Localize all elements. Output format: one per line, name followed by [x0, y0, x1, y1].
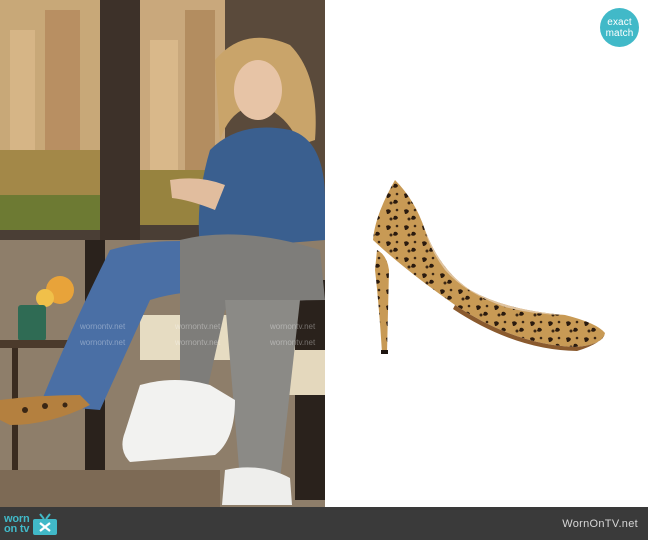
watermark: wornontv.net: [80, 322, 126, 331]
tv-scene-photo: wornontv.net wornontv.net wornontv.net w…: [0, 0, 325, 507]
badge-line1: exact: [607, 16, 632, 28]
site-logo[interactable]: worn on tv: [4, 510, 58, 538]
scene-illustration: [0, 0, 325, 507]
site-name[interactable]: WornOnTV.net: [562, 518, 638, 530]
watermark: wornontv.net: [80, 338, 126, 347]
exact-match-badge: exact match: [600, 8, 639, 47]
watermark: wornontv.net: [270, 322, 316, 331]
logo-text: worn on tv: [4, 514, 30, 535]
badge-line2: match: [605, 27, 634, 39]
logo-line2: on tv: [4, 523, 30, 535]
leopard-pump-icon[interactable]: [365, 175, 610, 360]
tv-icon: [33, 513, 58, 535]
watermark: wornontv.net: [175, 338, 221, 347]
watermark: wornontv.net: [175, 322, 221, 331]
watermark: wornontv.net: [270, 338, 316, 347]
footer-bar: [0, 507, 648, 540]
